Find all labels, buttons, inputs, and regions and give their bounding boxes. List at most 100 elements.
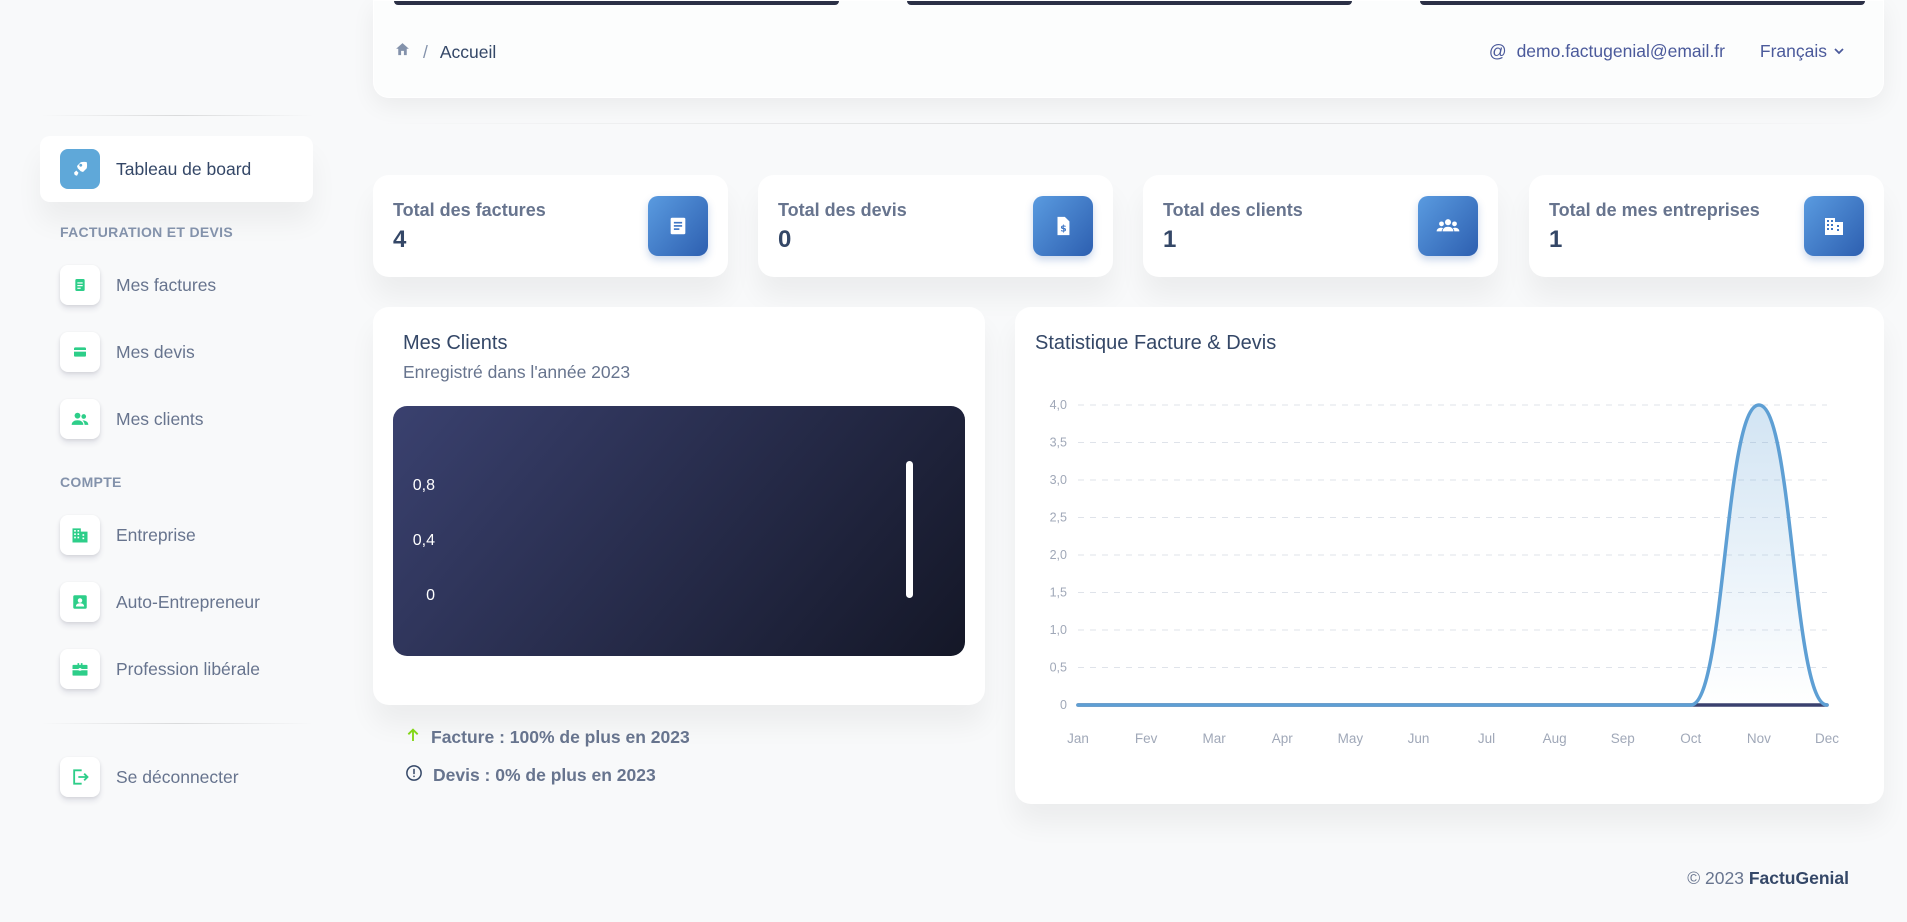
building-icon xyxy=(60,515,100,555)
sidebar-item-company[interactable]: Entreprise xyxy=(40,502,313,568)
card-title: Mes Clients xyxy=(403,332,508,354)
sidebar-divider xyxy=(40,723,314,724)
stat-value: 1 xyxy=(1163,226,1177,253)
x-tick-label: Sep xyxy=(1611,731,1635,746)
x-tick-label: Jul xyxy=(1478,731,1495,746)
file-dollar-icon: $ xyxy=(1033,196,1093,256)
svg-text:$: $ xyxy=(1060,224,1066,235)
x-tick-label: Nov xyxy=(1747,731,1771,746)
sidebar-item-clients[interactable]: Mes clients xyxy=(40,386,313,452)
chevron-down-icon xyxy=(1833,41,1845,62)
language-label: Français xyxy=(1759,41,1827,61)
header-image-strip xyxy=(394,1,839,5)
sidebar-item-label: Tableau de board xyxy=(116,158,252,179)
x-tick-label: Apr xyxy=(1272,731,1294,746)
footer-brand[interactable]: FactuGenial xyxy=(1749,868,1849,888)
chart-bar xyxy=(906,461,913,598)
y-tick-label: 3,5 xyxy=(1050,436,1067,450)
x-tick-label: Jan xyxy=(1067,731,1089,746)
footer-copyright: © 2023 xyxy=(1687,868,1744,888)
breadcrumb-separator: / xyxy=(423,41,428,62)
briefcase-icon xyxy=(60,649,100,689)
y-tick-label: 0 xyxy=(1060,698,1067,712)
x-tick-label: May xyxy=(1338,731,1364,746)
document-icon xyxy=(648,196,708,256)
y-tick-label: 4,0 xyxy=(1050,398,1067,412)
user-email: demo.factugenial@email.fr xyxy=(1516,41,1725,61)
stat-label: Total des factures xyxy=(393,200,546,220)
sidebar-item-label: Se déconnecter xyxy=(116,766,239,787)
sidebar-item-quotes[interactable]: Mes devis xyxy=(40,319,313,385)
x-tick-label: Mar xyxy=(1203,731,1227,746)
card-subtitle: Enregistré dans l'année 2023 xyxy=(403,362,631,382)
info-circle-icon xyxy=(405,764,423,787)
id-badge-icon xyxy=(60,582,100,622)
stat-card-clients: Total des clients 1 xyxy=(1143,175,1498,277)
y-tick-label: 1,0 xyxy=(1050,623,1067,637)
arrow-up-icon xyxy=(405,727,421,748)
clients-card: Mes Clients Enregistré dans l'année 2023… xyxy=(373,307,985,705)
stat-label: Total des devis xyxy=(778,200,907,220)
card-icon xyxy=(60,332,100,372)
y-tick-label: 1,5 xyxy=(1050,586,1067,600)
stat-card-quotes: Total des devis 0 $ xyxy=(758,175,1113,277)
sidebar-item-label: Auto-Entrepreneur xyxy=(116,591,260,612)
group-icon xyxy=(1418,196,1478,256)
x-tick-label: Jun xyxy=(1408,731,1430,746)
x-tick-label: Fev xyxy=(1135,731,1158,746)
stat-value: 0 xyxy=(778,226,792,253)
x-tick-label: Aug xyxy=(1543,731,1567,746)
at-icon: @ xyxy=(1488,41,1507,61)
navbar-divider xyxy=(373,123,1884,124)
stat-card-invoices: Total des factures 4 xyxy=(373,175,728,277)
sidebar-item-dashboard[interactable]: Tableau de board xyxy=(40,136,313,202)
stat-label: Total de mes entreprises xyxy=(1549,200,1760,220)
logout-icon xyxy=(60,757,100,797)
sidebar-item-label: Entreprise xyxy=(116,524,196,545)
y-tick-label: 2,5 xyxy=(1050,511,1067,525)
building-icon xyxy=(1804,196,1864,256)
header-image-strip xyxy=(907,1,1352,5)
x-tick-label: Oct xyxy=(1680,731,1701,746)
sidebar-item-logout[interactable]: Se déconnecter xyxy=(40,744,313,810)
clients-bar-chart: 0,8 0,4 0 xyxy=(393,406,965,656)
sidebar: Tableau de board Facturation et devis Me… xyxy=(0,0,330,922)
y-tick: 0 xyxy=(426,587,435,604)
sidebar-divider xyxy=(40,115,314,116)
invoice-quote-chart-card: Statistique Facture & Devis 0 0,5 1,0 1,5 2,… xyxy=(1015,307,1884,804)
top-navbar: / Accueil @ demo.factugenial@email.fr Fr… xyxy=(373,0,1884,98)
quote-growth-text: Devis : 0% de plus en 2023 xyxy=(433,765,656,785)
stat-value: 4 xyxy=(393,226,407,253)
invoice-icon xyxy=(60,265,100,305)
sidebar-item-label: Mes clients xyxy=(116,408,204,429)
footer: © 2023 FactuGenial xyxy=(1687,868,1849,889)
user-account[interactable]: @ demo.factugenial@email.fr xyxy=(1489,41,1725,62)
rocket-icon xyxy=(60,149,100,189)
stat-value: 1 xyxy=(1549,226,1563,253)
quote-growth-line: Devis : 0% de plus en 2023 xyxy=(405,764,656,787)
y-tick: 0,4 xyxy=(412,532,435,549)
sidebar-item-label: Profession libérale xyxy=(116,658,260,679)
y-tick-label: 3,0 xyxy=(1050,473,1067,487)
home-icon[interactable] xyxy=(394,41,411,63)
stat-label: Total des clients xyxy=(1163,200,1303,220)
section-title-billing: Facturation et devis xyxy=(60,224,233,240)
language-selector[interactable]: Français xyxy=(1760,41,1845,62)
header-image-strip xyxy=(1420,1,1865,5)
sidebar-item-label: Mes factures xyxy=(116,274,217,295)
sidebar-item-label: Mes devis xyxy=(116,341,195,362)
invoice-growth-line: Facture : 100% de plus en 2023 xyxy=(405,727,690,748)
y-tick: 0,8 xyxy=(412,477,435,494)
breadcrumb-current: Accueil xyxy=(439,41,497,62)
x-tick-label: Dec xyxy=(1815,731,1839,746)
y-tick-label: 2,0 xyxy=(1050,548,1067,562)
y-tick-label: 0,5 xyxy=(1050,661,1067,675)
stat-card-companies: Total de mes entreprises 1 xyxy=(1529,175,1884,277)
invoice-growth-text: Facture : 100% de plus en 2023 xyxy=(431,727,690,747)
breadcrumb: / Accueil xyxy=(394,41,496,63)
sidebar-item-liberal-profession[interactable]: Profession libérale xyxy=(40,636,313,702)
section-title-account: Compte xyxy=(60,474,122,490)
sidebar-item-invoices[interactable]: Mes factures xyxy=(40,252,313,318)
users-icon xyxy=(60,399,100,439)
sidebar-item-auto-entrepreneur[interactable]: Auto-Entrepreneur xyxy=(40,569,313,635)
